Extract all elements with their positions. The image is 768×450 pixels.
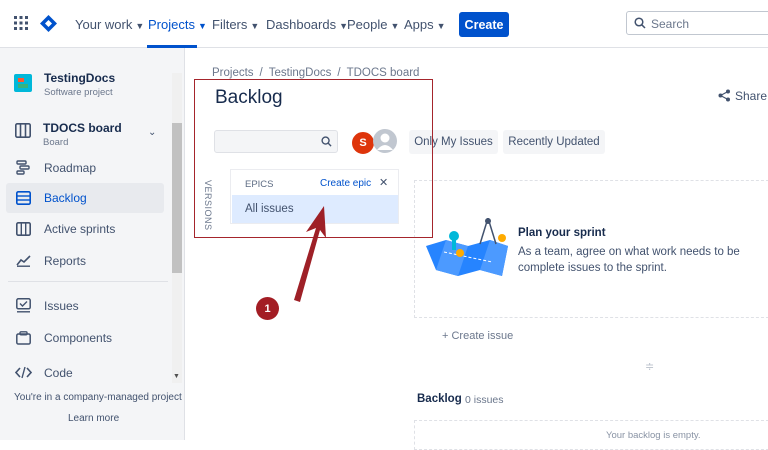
code-icon — [15, 366, 32, 379]
sidebar-item-roadmap[interactable]: Roadmap — [6, 153, 164, 183]
sidebar-item-label: Roadmap — [44, 161, 97, 175]
chevron-down-icon: ▼ — [135, 21, 145, 31]
backlog-icon — [16, 191, 31, 205]
plan-sprint-description: As a team, agree on what work needs to b… — [518, 246, 740, 274]
share-icon — [718, 89, 730, 102]
backlog-section-title: Backlog — [417, 393, 462, 405]
board-name[interactable]: TDOCS board — [43, 121, 122, 135]
sidebar-item-code[interactable]: Code — [6, 358, 164, 388]
chevron-down-icon[interactable]: ⌄ — [148, 127, 156, 138]
sidebar-item-label: Active sprints — [44, 222, 116, 236]
chart-icon — [16, 255, 31, 267]
board-type: Board — [43, 137, 69, 148]
app-switcher-icon[interactable] — [14, 16, 28, 30]
sidebar-item-issues[interactable]: Issues — [6, 291, 164, 321]
jira-logo-icon[interactable] — [40, 15, 57, 32]
search-placeholder: Search — [651, 17, 690, 31]
nav-dashboards[interactable]: Dashboards ▼ — [266, 17, 348, 32]
backlog-empty-message: Your backlog is empty. — [606, 430, 701, 441]
annotation-arrow-icon — [294, 206, 326, 302]
components-icon — [16, 331, 31, 345]
sidebar-item-components[interactable]: Components — [6, 323, 164, 353]
backlog-issue-count: 0 issues — [465, 394, 504, 406]
issues-icon — [16, 298, 31, 313]
sidebar-divider — [8, 281, 168, 282]
project-name[interactable]: TestingDocs — [44, 71, 115, 85]
nav-people[interactable]: People ▼ — [347, 17, 399, 32]
annotation-step-badge: 1 — [256, 297, 279, 320]
sidebar-item-label: Issues — [44, 299, 79, 313]
sidebar-item-active-sprints[interactable]: Active sprints — [6, 214, 164, 244]
sidebar-item-label: Components — [44, 331, 113, 345]
global-search-input[interactable]: Search — [626, 11, 768, 35]
sidebar-item-backlog[interactable]: Backlog — [6, 183, 164, 213]
sidebar-item-label: Reports — [44, 254, 87, 268]
chevron-down-icon: ▼ — [390, 21, 400, 31]
breadcrumb: Projects / TestingDocs / TDOCS board — [212, 67, 420, 79]
sidebar-scroll-thumb[interactable] — [172, 123, 182, 273]
project-type: Software project — [44, 87, 113, 98]
breadcrumb-projects[interactable]: Projects — [212, 67, 254, 79]
share-button[interactable]: Share — [718, 89, 767, 103]
plan-sprint-title: Plan your sprint — [518, 227, 606, 239]
create-button[interactable]: Create — [459, 12, 509, 37]
nav-your-work[interactable]: Your work ▼ — [75, 17, 144, 32]
sidebar-item-label: Backlog — [44, 191, 87, 205]
project-avatar-icon — [14, 74, 32, 92]
nav-apps[interactable]: Apps ▼ — [404, 17, 446, 32]
sidebar-footer-text: You're in a company-managed project — [14, 392, 182, 403]
nav-filters[interactable]: Filters ▼ — [212, 17, 259, 32]
roadmap-icon — [16, 160, 30, 175]
chevron-down-icon: ▼ — [197, 21, 207, 31]
chevron-down-icon: ▼ — [436, 21, 446, 31]
columns-icon — [16, 222, 31, 236]
learn-more-link[interactable]: Learn more — [68, 413, 119, 424]
create-issue-button[interactable]: + Create issue — [442, 330, 513, 342]
sidebar-item-label: Code — [44, 366, 73, 380]
sprint-map-illustration — [426, 218, 508, 276]
sidebar-item-reports[interactable]: Reports — [6, 246, 164, 276]
board-icon — [15, 123, 31, 138]
backlog-container — [414, 420, 768, 450]
chevron-down-icon: ▼ — [250, 21, 260, 31]
search-icon — [634, 17, 646, 29]
nav-projects[interactable]: Projects ▼ — [148, 17, 207, 32]
drag-handle-icon[interactable]: ≑ — [645, 360, 654, 373]
scroll-down-icon[interactable]: ▼ — [173, 373, 180, 380]
top-navigation: Your work ▼ Projects ▼ Filters ▼ Dashboards… — [0, 0, 768, 48]
breadcrumb-board[interactable]: TDOCS board — [347, 67, 420, 79]
project-sidebar: TestingDocs Software project TDOCS board… — [0, 48, 185, 440]
breadcrumb-project[interactable]: TestingDocs — [269, 67, 332, 79]
recently-updated-filter[interactable]: Recently Updated — [503, 130, 605, 154]
